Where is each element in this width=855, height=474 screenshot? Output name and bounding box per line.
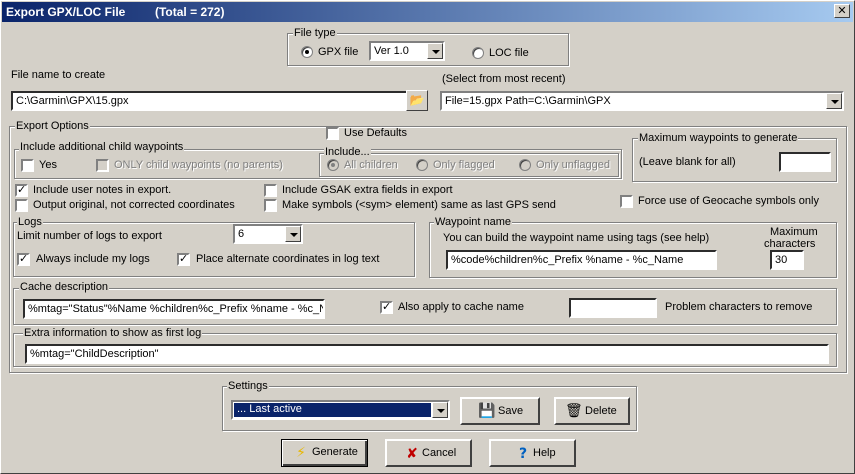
- max-waypoints-input[interactable]: [779, 152, 831, 172]
- chevron-down-icon: [826, 93, 842, 109]
- cache-description-label: Cache description: [19, 281, 110, 293]
- export-gpx-dialog: Export GPX/LOC File (Total = 272) ✕ File…: [0, 0, 855, 474]
- limit-logs-select[interactable]: 6: [233, 224, 303, 244]
- extra-info-label: Extra information to show as first log: [23, 327, 203, 339]
- child-yes-label: Yes: [39, 159, 57, 171]
- also-apply-cache-name-label: Also apply to cache name: [398, 301, 524, 313]
- max-waypoints-label: Maximum waypoints to generate: [638, 132, 799, 144]
- save-settings-button[interactable]: 💾 Save: [460, 397, 540, 425]
- export-options-label: Export Options: [15, 120, 90, 132]
- loc-file-radio[interactable]: [472, 47, 484, 59]
- make-symbols-checkbox[interactable]: [264, 199, 277, 212]
- lightning-icon: ⚡: [296, 445, 306, 461]
- only-unflagged-radio[interactable]: [519, 159, 531, 171]
- force-geocache-symbols-checkbox[interactable]: [620, 195, 633, 208]
- include-user-notes-checkbox[interactable]: [15, 183, 28, 197]
- limit-logs-label: Limit number of logs to export: [17, 230, 162, 242]
- only-flagged-radio[interactable]: [416, 159, 428, 171]
- problem-chars-label: Problem characters to remove: [665, 301, 813, 313]
- title-bar: Export GPX/LOC File (Total = 272) ✕: [2, 2, 853, 22]
- all-children-radio[interactable]: [327, 159, 339, 171]
- use-defaults-checkbox[interactable]: [326, 127, 339, 140]
- window-title: Export GPX/LOC File: [6, 5, 126, 19]
- include-gsak-extra-label: Include GSAK extra fields in export: [282, 184, 453, 196]
- place-alternate-label: Place alternate coordinates in log text: [196, 253, 380, 265]
- recent-files-label: (Select from most recent): [442, 73, 566, 85]
- chevron-down-icon: [285, 226, 301, 242]
- close-icon: ✕: [837, 4, 847, 17]
- close-button[interactable]: ✕: [834, 4, 850, 18]
- folder-icon: 📂: [409, 93, 425, 107]
- recent-files-select[interactable]: File=15.gpx Path=C:\Garmin\GPX: [440, 91, 844, 111]
- only-flagged-label: Only flagged: [433, 159, 495, 171]
- child-waypoints-label: Include additional child waypoints: [19, 141, 185, 153]
- waypoint-name-hint: You can build the waypoint name using ta…: [443, 232, 710, 244]
- max-chars-label-line1: Maximum: [770, 226, 818, 238]
- gpx-file-label: GPX file: [318, 46, 359, 58]
- help-icon: ?: [518, 446, 528, 462]
- trash-icon: 🗑: [565, 403, 583, 419]
- always-include-my-logs-checkbox[interactable]: [17, 252, 30, 266]
- include-children-label: Include...: [324, 146, 371, 158]
- browse-folder-button[interactable]: 📂: [406, 90, 428, 111]
- only-child-label: ONLY child waypoints (no parents): [114, 159, 283, 171]
- file-name-label: File name to create: [11, 69, 106, 81]
- always-include-my-logs-label: Always include my logs: [36, 253, 150, 265]
- cancel-button[interactable]: ✘ Cancel: [385, 439, 472, 467]
- problem-chars-input[interactable]: [569, 298, 657, 318]
- loc-file-label: LOC file: [489, 47, 529, 59]
- make-symbols-label: Make symbols (<sym> element) same as las…: [282, 199, 556, 211]
- only-child-checkbox[interactable]: [96, 159, 109, 172]
- waypoint-name-label: Waypoint name: [434, 216, 513, 228]
- chevron-down-icon: [427, 43, 443, 59]
- force-geocache-symbols-label: Force use of Geocache symbols only: [638, 195, 819, 207]
- output-original-checkbox[interactable]: [15, 199, 28, 212]
- gpx-version-select[interactable]: Ver 1.0: [369, 41, 445, 61]
- all-children-label: All children: [344, 159, 398, 171]
- include-user-notes-label: Include user notes in export.: [33, 184, 172, 196]
- only-unflagged-label: Only unflagged: [536, 159, 610, 171]
- cache-description-input[interactable]: %mtag="Status"%Name %children%c_Prefix %…: [23, 299, 325, 319]
- gpx-file-radio[interactable]: [301, 46, 313, 58]
- settings-select[interactable]: ... Last active: [231, 400, 450, 420]
- cancel-x-icon: ✘: [406, 446, 418, 462]
- waypoint-name-input[interactable]: %code%children%c_Prefix %name - %c_Name: [446, 250, 717, 270]
- save-icon: 💾: [478, 403, 496, 419]
- output-original-label: Output original, not corrected coordinat…: [33, 199, 235, 211]
- child-yes-checkbox[interactable]: [21, 159, 34, 172]
- logs-label: Logs: [17, 216, 43, 228]
- max-chars-label-line2: characters: [764, 238, 816, 250]
- extra-info-input[interactable]: %mtag="ChildDescription": [25, 344, 829, 364]
- total-count: (Total = 272): [155, 5, 225, 19]
- also-apply-cache-name-checkbox[interactable]: [380, 300, 393, 314]
- use-defaults-label: Use Defaults: [344, 127, 407, 139]
- chevron-down-icon: [432, 402, 448, 418]
- max-waypoints-hint: (Leave blank for all): [639, 156, 736, 168]
- delete-settings-button[interactable]: 🗑 Delete: [554, 397, 630, 425]
- help-button[interactable]: ? Help: [489, 439, 576, 467]
- place-alternate-checkbox[interactable]: [177, 252, 190, 266]
- generate-button[interactable]: ⚡ Generate: [281, 439, 368, 467]
- include-gsak-extra-checkbox[interactable]: [264, 184, 277, 197]
- file-type-label: File type: [293, 27, 337, 39]
- file-name-input[interactable]: C:\Garmin\GPX\15.gpx: [11, 91, 409, 111]
- settings-label: Settings: [227, 380, 269, 392]
- max-chars-input[interactable]: 30: [770, 250, 804, 270]
